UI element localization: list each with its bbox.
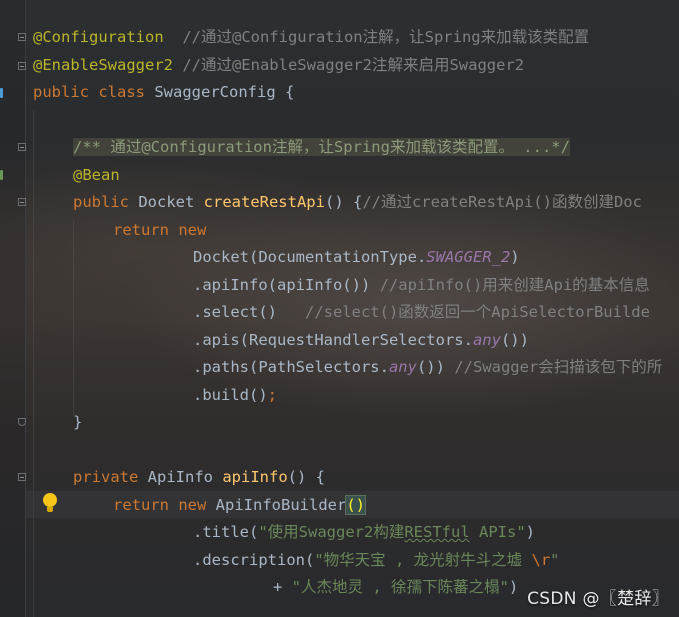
fold-marker-icon[interactable] [18,473,26,481]
code-token: //通过@EnableSwagger2注解来启用Swagger2 [172,55,525,74]
code-token: ()) [416,358,455,376]
code-token: Docket [129,193,204,211]
code-token: //apiInfo()用来创建Api的基本信息 [379,275,650,294]
code-token: .select() [193,303,305,321]
code-token: .description( [193,550,315,569]
code-token: new [178,220,207,239]
lightbulb-icon[interactable] [43,493,57,515]
code-line-docket-ctor[interactable]: Docket(DocumentationType.SWAGGER_2) [193,244,520,271]
indent-guide [33,110,34,617]
code-line-configuration-annotation[interactable]: @Configuration //通过@Configuration注解，让Spr… [33,24,589,51]
code-token: //select()函数返回一个ApiSelectorBuilde [304,303,650,321]
code-token: ) [508,578,519,596]
code-token: + [273,578,292,596]
implementation-marker-icon[interactable] [0,88,3,98]
code-editor[interactable]: @Configuration //通过@Configuration注解，让Spr… [0,0,679,617]
code-line-enable-swagger-annotation[interactable]: @EnableSwagger2 //通过@EnableSwagger2注解来启用… [33,52,524,79]
code-line-api-info[interactable]: .apiInfo(apiInfo()) //apiInfo()用来创建Api的基… [193,272,650,299]
code-line-close-brace[interactable]: } [73,409,82,436]
code-token: } [73,413,83,431]
code-token: return [113,220,169,239]
code-token: APIs" [469,523,526,541]
fold-marker-icon[interactable] [18,143,26,151]
code-token: ApiInfoBuilder [206,495,347,514]
code-token: ) [510,248,520,266]
code-token: RESTful [404,523,470,541]
code-token: .paths(PathSelectors. [193,358,389,376]
fold-marker-icon[interactable] [18,33,26,41]
code-token: public [73,193,129,211]
code-line-doc-comment[interactable]: /** 通过@Configuration注解，让Spring来加载该类配置。 .… [73,134,570,161]
code-line-api-info-builder[interactable]: return new ApiInfoBuilder() [113,492,366,519]
code-line-apis[interactable]: .apis(RequestHandlerSelectors.any()) [193,327,529,354]
code-token: .title( [193,523,259,541]
code-token: new [178,495,207,514]
code-token: private [73,468,139,486]
code-token: .apis(RequestHandlerSelectors. [193,330,473,349]
code-line-class-declaration[interactable]: public class SwaggerConfig { [33,79,294,106]
code-token: ()) [500,330,529,349]
code-token: ; [267,385,277,404]
code-line-api-info-method[interactable]: private ApiInfo apiInfo() { [73,464,325,491]
code-token: "物华天宝 , 龙光射牛斗之墟 [314,550,532,569]
code-token: apiInfo [222,468,288,486]
code-token: SwaggerConfig { [145,83,295,101]
code-line-paths[interactable]: .paths(PathSelectors.any()) //Swagger会扫描… [193,354,662,381]
code-token: any [472,330,501,349]
code-token: "人杰地灵 , 徐孺下陈蕃之榻" [291,578,509,596]
watermark: CSDN @〖楚辞〗 [527,589,669,609]
code-token: " [550,550,560,569]
code-token: return [113,495,169,514]
indent-guide [73,220,74,415]
code-line-description[interactable]: .description("物华天宝 , 龙光射牛斗之墟 \r" [193,547,560,574]
fold-marker-icon[interactable] [18,62,26,70]
code-line-select[interactable]: .select() //select()函数返回一个ApiSelectorBui… [193,299,650,326]
code-token: @Bean [73,165,120,184]
code-token: @Configuration [33,28,164,46]
fold-end-marker-icon[interactable] [18,418,26,426]
code-token: ) [525,523,535,541]
code-token: \r [531,550,551,569]
code-token: Docket(DocumentationType. [193,248,427,266]
code-line-bean-annotation[interactable]: @Bean [73,162,120,189]
bean-marker-icon[interactable] [0,170,3,180]
code-token: class [98,83,146,101]
code-token: public [33,83,89,101]
code-token: //通过createRestApi()函数创建Doc [362,193,642,211]
code-token: .apiInfo(apiInfo()) [193,275,380,294]
code-token: @EnableSwagger2 [33,55,173,74]
code-token: createRestApi [203,193,325,211]
code-token: () [345,494,366,515]
code-token: any [388,358,417,376]
code-line-title[interactable]: .title("使用Swagger2构建RESTful APIs") [193,519,535,546]
code-line-create-rest-api[interactable]: public Docket createRestApi() {//通过creat… [73,189,642,216]
code-line-build[interactable]: .build(); [193,382,277,409]
fold-marker-icon[interactable] [18,198,26,206]
code-token: //通过@Configuration注解，让Spring来加载该类配置 [163,28,590,46]
code-token: SWAGGER_2 [426,248,511,266]
code-token: /** 通过@Configuration注解，让Spring来加载该类配置。 .… [73,138,570,156]
code-token: .build() [193,385,268,404]
editor-gutter[interactable] [0,0,26,617]
code-token: () { [324,193,363,211]
code-line-description-continued[interactable]: + "人杰地灵 , 徐孺下陈蕃之榻") [273,574,518,601]
code-token: () { [287,468,325,486]
code-token: "使用Swagger2构建 [258,523,405,541]
code-line-return-new[interactable]: return new [113,217,206,244]
code-token: //Swagger会扫描该包下的所 [454,358,663,376]
code-token: ApiInfo [138,468,223,486]
